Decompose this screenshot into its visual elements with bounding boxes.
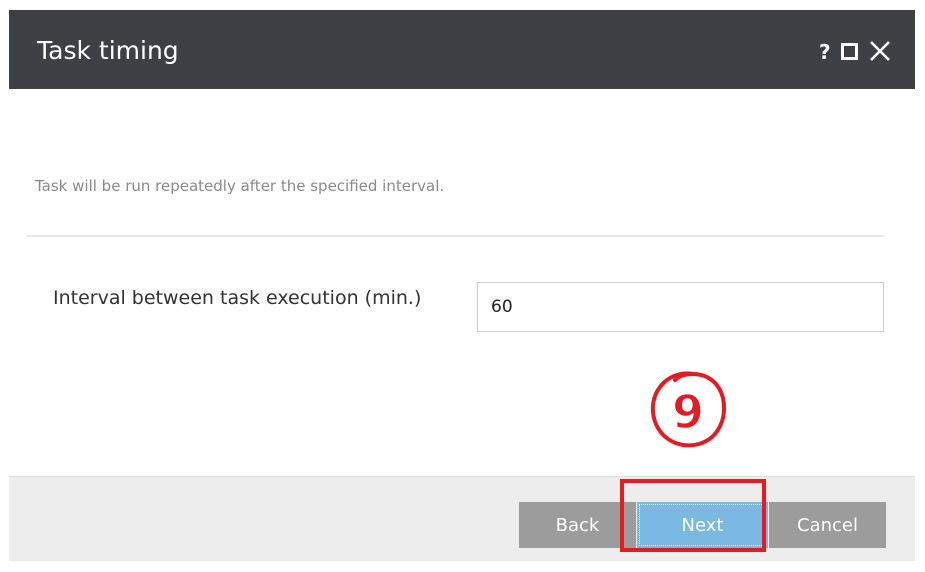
dialog-title: Task timing [37,36,179,65]
interval-label: Interval between task execution (min.) [53,287,422,309]
divider [27,235,884,237]
close-icon[interactable] [869,40,891,62]
maximize-icon[interactable] [841,43,858,60]
interval-input[interactable] [477,282,884,332]
step-annotation: 9 [650,371,726,448]
next-highlight-box [620,479,766,552]
info-text: Task will be run repeatedly after the sp… [35,177,445,195]
help-icon[interactable]: ? [819,40,831,64]
title-bar: Task timing ? [9,10,915,89]
cancel-button[interactable]: Cancel [769,502,886,548]
step-number: 9 [672,385,704,439]
back-button[interactable]: Back [519,502,636,548]
task-timing-dialog: Task timing ? Task will be run repeatedl… [9,10,915,561]
